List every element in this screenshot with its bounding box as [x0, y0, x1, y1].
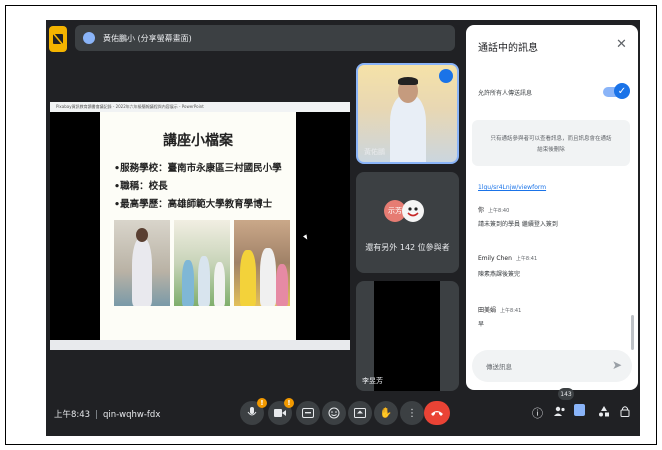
- participant-tile-speaker[interactable]: 黃佑鵬: [356, 63, 459, 164]
- slide-photo-speaker: [114, 220, 170, 306]
- message-sender: 你上午8:40: [478, 205, 509, 214]
- check-icon[interactable]: ✓: [614, 83, 630, 99]
- notice-line: 只有通話參與者可以查看訊息，而且訊息會在通話: [490, 136, 612, 142]
- emoji-icon: [328, 407, 340, 419]
- captions-icon: [302, 408, 314, 418]
- clock-time: 上午8:43: [54, 410, 91, 420]
- meet-window: 黃佑鵬小 (分享螢幕畫面) Pixabay資訊教育讀書會議記錄 - 2022年六…: [46, 20, 640, 436]
- others-count-text: 還有另外 142 位參與者: [365, 243, 450, 252]
- camera-icon: [274, 409, 286, 417]
- participant-tile-others[interactable]: 示芳 還有另外 142 位參與者: [356, 172, 459, 273]
- chat-input[interactable]: 傳送訊息 ➤: [472, 350, 632, 382]
- shared-left-bar: [50, 112, 100, 350]
- microphone-icon: [247, 407, 257, 416]
- no-camera-icon[interactable]: [49, 26, 67, 52]
- participant-name: 黃佑鵬: [364, 148, 385, 156]
- message-sender: Emily Chen 上午8:41: [478, 255, 537, 262]
- slide-photo-students: [174, 220, 230, 306]
- sender-name: Emily Chen: [478, 255, 512, 262]
- message-text: 早: [478, 321, 485, 328]
- presenting-text: 黃佑鵬小 (分享螢幕畫面): [103, 33, 192, 43]
- separator: |: [95, 410, 98, 420]
- self-name: 李昱芳: [362, 377, 383, 385]
- close-icon[interactable]: ✕: [616, 37, 627, 52]
- meeting-info: 上午8:43 | qin-wqhw-fdx: [54, 408, 160, 420]
- shared-statusbar: [50, 340, 350, 350]
- avatar-label: 示芳: [388, 207, 402, 215]
- activities-icon[interactable]: [598, 405, 610, 420]
- captions-button[interactable]: [296, 401, 320, 425]
- chat-panel: 通話中的訊息 ✕ 允許所有人傳送訊息 ✓ 只有通話參與者可以查看訊息，而且訊息會…: [466, 25, 638, 390]
- message-time: 上午8:41: [515, 256, 538, 262]
- participant-tile-self[interactable]: 李昱芳: [356, 281, 459, 391]
- chat-icon[interactable]: [574, 404, 585, 416]
- hang-up-icon: [431, 411, 443, 416]
- raise-hand-button[interactable]: ✋: [374, 401, 398, 425]
- screenshot-frame: 黃佑鵬小 (分享螢幕畫面) Pixabay資訊教育讀書會議記錄 - 2022年六…: [5, 5, 657, 445]
- slide-line-school: •服務學校：臺南市永康區三村國民小學: [114, 163, 282, 174]
- more-options-button[interactable]: ⋮: [400, 401, 424, 425]
- camera-warning-icon: !: [284, 398, 294, 408]
- shared-window-title: Pixabay資訊教育讀書會議記錄 - 2022年六年級簡報議程與內容展示 - …: [56, 104, 204, 109]
- message-text: 請未簽到的學員 繼續登入簽到: [478, 221, 558, 228]
- slide-photo-group: [234, 220, 290, 306]
- message-time: 上午8:41: [500, 308, 522, 314]
- sender-name: 你: [478, 207, 485, 214]
- participant-count-badge: 143: [558, 388, 574, 400]
- meeting-code: qin-wqhw-fdx: [102, 410, 161, 420]
- chat-input-placeholder: 傳送訊息: [486, 363, 512, 371]
- chat-scrollbar[interactable]: [631, 315, 634, 350]
- info-icon[interactable]: ⓘ: [532, 405, 543, 421]
- host-controls-icon[interactable]: [620, 405, 630, 420]
- sender-name: 田美娟: [478, 307, 497, 314]
- end-call-button[interactable]: [424, 401, 450, 425]
- people-icon[interactable]: [554, 405, 566, 420]
- self-video: [374, 281, 440, 391]
- hand-icon: ✋: [379, 407, 393, 419]
- notice-line: 結束後刪除: [537, 147, 565, 153]
- slide-line-title: •職稱：校長: [114, 181, 168, 192]
- present-icon: [83, 32, 95, 44]
- present-button[interactable]: [348, 401, 372, 425]
- present-screen-icon: [354, 408, 366, 418]
- message-time: 上午8:40: [488, 208, 510, 214]
- send-icon[interactable]: ➤: [612, 358, 622, 372]
- slide: 講座小檔案 •服務學校：臺南市永康區三村國民小學 •職稱：校長 •最高學歷：高雄…: [100, 112, 296, 340]
- shared-screen: Pixabay資訊教育讀書會議記錄 - 2022年六年級簡報議程與內容展示 - …: [50, 102, 350, 350]
- slide-line-education: •最高學歷：高雄師範大學教育學博士: [114, 199, 273, 210]
- mic-warning-icon: !: [257, 398, 267, 408]
- more-vert-icon: ⋮: [407, 407, 417, 419]
- message-sender: 田美娟 上午8:41: [478, 305, 521, 314]
- chat-title: 通話中的訊息: [478, 43, 538, 54]
- emoji-button[interactable]: [322, 401, 346, 425]
- message-text: 陳素燕課後簽完: [478, 271, 521, 278]
- shared-right-bar: [296, 112, 350, 350]
- speaking-indicator-icon: [439, 69, 453, 83]
- avatar-face-icon: [402, 200, 424, 222]
- chat-notice: 只有通話參與者可以查看訊息，而且訊息會在通話 結束後刪除: [472, 120, 630, 166]
- presenting-banner[interactable]: 黃佑鵬小 (分享螢幕畫面): [75, 25, 455, 51]
- chat-link[interactable]: 1lgu/sr4Lnjw/viewform: [478, 184, 546, 191]
- allow-messages-label: 允許所有人傳送訊息: [478, 90, 533, 97]
- slide-title: 講座小檔案: [163, 133, 233, 149]
